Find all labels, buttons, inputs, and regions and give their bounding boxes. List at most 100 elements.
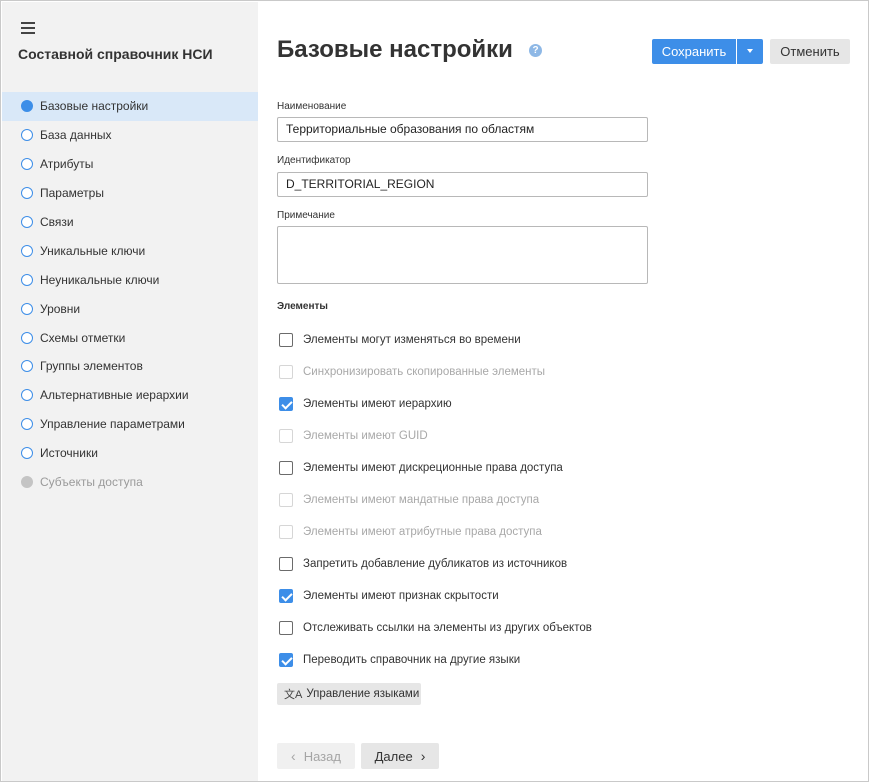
sidebar-item-levels[interactable]: Уровни bbox=[2, 294, 258, 323]
checkbox-checked-icon[interactable] bbox=[279, 653, 293, 667]
sidebar-item-label: Схемы отметки bbox=[40, 330, 126, 345]
checkbox-label: Элементы имеют атрибутные права доступа bbox=[303, 526, 542, 538]
checkbox-track-links[interactable]: Отслеживать ссылки на элементы из других… bbox=[279, 620, 592, 636]
sidebar-item-label: Уровни bbox=[40, 301, 81, 316]
back-button: ‹ Назад bbox=[277, 743, 355, 769]
checkbox-icon bbox=[279, 493, 293, 507]
note-label: Примечание bbox=[277, 210, 335, 221]
sidebar-item-access-subjects: Субъекты доступа bbox=[2, 468, 258, 497]
sidebar-item-label: Атрибуты bbox=[40, 157, 94, 172]
sidebar-item-parameters[interactable]: Параметры bbox=[2, 179, 258, 208]
app-window: Составной справочник НСИ Базовые настрой… bbox=[0, 0, 869, 782]
checkbox-label: Запретить добавление дубликатов из источ… bbox=[303, 558, 568, 570]
manage-languages-button[interactable]: 文A Управление языками bbox=[277, 683, 421, 705]
sidebar-item-element-groups[interactable]: Группы элементов bbox=[2, 352, 258, 381]
sidebar-item-links[interactable]: Связи bbox=[2, 208, 258, 237]
step-dot-icon bbox=[21, 244, 33, 257]
checkbox-label: Элементы имеют иерархию bbox=[303, 398, 452, 410]
manage-languages-label: Управление языками bbox=[306, 688, 420, 700]
checkbox-icon[interactable] bbox=[279, 333, 293, 347]
checkbox-label: Элементы имеют мандатные права доступа bbox=[303, 494, 540, 506]
sidebar-item-non-unique-keys[interactable]: Неуникальные ключи bbox=[2, 265, 258, 294]
sidebar: Составной справочник НСИ Базовые настрой… bbox=[2, 2, 258, 781]
checkbox-icon[interactable] bbox=[279, 461, 293, 475]
checkbox-icon bbox=[279, 525, 293, 539]
checkbox-label: Элементы имеют дискреционные права досту… bbox=[303, 462, 563, 474]
sidebar-item-basic-settings[interactable]: Базовые настройки bbox=[2, 92, 258, 121]
sidebar-item-sources[interactable]: Источники bbox=[2, 439, 258, 468]
checkbox-label: Переводить справочник на другие языки bbox=[303, 654, 521, 666]
checkbox-icon bbox=[279, 429, 293, 443]
step-dot-icon bbox=[21, 158, 33, 171]
sidebar-item-label: База данных bbox=[40, 128, 112, 143]
checkbox-icon bbox=[279, 365, 293, 379]
sidebar-item-mark-schemes[interactable]: Схемы отметки bbox=[2, 323, 258, 352]
step-dot-icon bbox=[21, 418, 33, 431]
sidebar-item-label: Субъекты доступа bbox=[40, 475, 143, 490]
checkbox-checked-icon[interactable] bbox=[279, 397, 293, 411]
sidebar-item-label: Параметры bbox=[40, 186, 104, 201]
checkbox-label: Элементы могут изменяться во времени bbox=[303, 334, 521, 346]
checkbox-translate[interactable]: Переводить справочник на другие языки bbox=[279, 652, 520, 668]
next-label: Далее bbox=[374, 748, 413, 764]
cancel-button[interactable]: Отменить bbox=[770, 39, 850, 64]
name-label: Наименование bbox=[277, 101, 347, 112]
checkbox-hierarchy[interactable]: Элементы имеют иерархию bbox=[279, 396, 452, 412]
identifier-input[interactable]: D_TERRITORIAL_REGION bbox=[277, 172, 648, 197]
checkbox-label: Отслеживать ссылки на элементы из других… bbox=[303, 622, 592, 634]
checkbox-time-variable[interactable]: Элементы могут изменяться во времени bbox=[279, 332, 521, 348]
save-options-dropdown-icon[interactable] bbox=[737, 39, 763, 64]
sidebar-item-label: Источники bbox=[40, 446, 98, 461]
hamburger-menu-icon[interactable] bbox=[21, 22, 35, 34]
checkbox-attribute-access: Элементы имеют атрибутные права доступа bbox=[279, 524, 542, 540]
checkbox-label: Элементы имеют GUID bbox=[303, 430, 428, 442]
checkbox-icon[interactable] bbox=[279, 557, 293, 571]
sidebar-title: Составной справочник НСИ bbox=[18, 46, 213, 62]
checkbox-label: Элементы имеют признак скрытости bbox=[303, 590, 499, 602]
sidebar-item-database[interactable]: База данных bbox=[2, 121, 258, 150]
back-label: Назад bbox=[303, 748, 341, 764]
step-dot-icon bbox=[21, 360, 33, 373]
sidebar-nav: Базовые настройки База данных Атрибуты П… bbox=[2, 92, 258, 496]
step-dot-icon bbox=[21, 216, 33, 228]
name-input[interactable]: Территориальные образования по областям bbox=[277, 117, 648, 142]
sidebar-item-label: Управление параметрами bbox=[40, 417, 185, 432]
note-textarea[interactable] bbox=[277, 226, 648, 284]
checkbox-sync-copied: Синхронизировать скопированные элементы bbox=[279, 364, 545, 380]
sidebar-item-label: Связи bbox=[40, 215, 74, 229]
step-dot-icon bbox=[21, 187, 33, 200]
chevron-right-icon: › bbox=[420, 748, 426, 764]
save-button[interactable]: Сохранить bbox=[652, 39, 736, 64]
chevron-left-icon: ‹ bbox=[291, 748, 296, 764]
sidebar-item-parameter-management[interactable]: Управление параметрами bbox=[2, 410, 258, 439]
page-title: Базовые настройки bbox=[277, 36, 513, 63]
checkbox-checked-icon[interactable] bbox=[279, 589, 293, 603]
step-dot-icon bbox=[21, 447, 33, 460]
sidebar-item-unique-keys[interactable]: Уникальные ключи bbox=[2, 236, 258, 265]
checkbox-label: Синхронизировать скопированные элементы bbox=[303, 366, 546, 378]
step-dot-icon bbox=[21, 129, 33, 142]
sidebar-item-attributes[interactable]: Атрибуты bbox=[2, 150, 258, 179]
sidebar-item-label: Группы элементов bbox=[40, 359, 143, 374]
checkbox-icon[interactable] bbox=[279, 621, 293, 635]
checkbox-discretionary-access[interactable]: Элементы имеют дискреционные права досту… bbox=[279, 460, 563, 476]
identifier-label: Идентификатор bbox=[277, 155, 351, 166]
help-icon[interactable]: ? bbox=[529, 44, 542, 57]
checkbox-mandatory-access: Элементы имеют мандатные права доступа bbox=[279, 492, 539, 508]
sidebar-item-label: Альтернативные иерархии bbox=[40, 388, 189, 403]
step-dot-icon bbox=[21, 331, 33, 344]
step-dot-icon bbox=[21, 273, 33, 286]
step-dot-icon bbox=[21, 302, 33, 315]
translate-icon: 文A bbox=[284, 689, 303, 701]
sidebar-item-label: Базовые настройки bbox=[40, 99, 149, 114]
sidebar-item-label: Неуникальные ключи bbox=[40, 272, 160, 287]
checkbox-guid: Элементы имеют GUID bbox=[279, 428, 428, 444]
checkbox-hidden-flag[interactable]: Элементы имеют признак скрытости bbox=[279, 588, 499, 604]
elements-section-title: Элементы bbox=[277, 301, 328, 312]
next-button[interactable]: Далее › bbox=[361, 743, 439, 769]
checkbox-forbid-duplicates[interactable]: Запретить добавление дубликатов из источ… bbox=[279, 556, 567, 572]
sidebar-item-label: Уникальные ключи bbox=[40, 243, 146, 258]
sidebar-item-alt-hierarchies[interactable]: Альтернативные иерархии bbox=[2, 381, 258, 410]
step-dot-icon bbox=[21, 476, 33, 489]
step-dot-icon bbox=[21, 389, 33, 402]
